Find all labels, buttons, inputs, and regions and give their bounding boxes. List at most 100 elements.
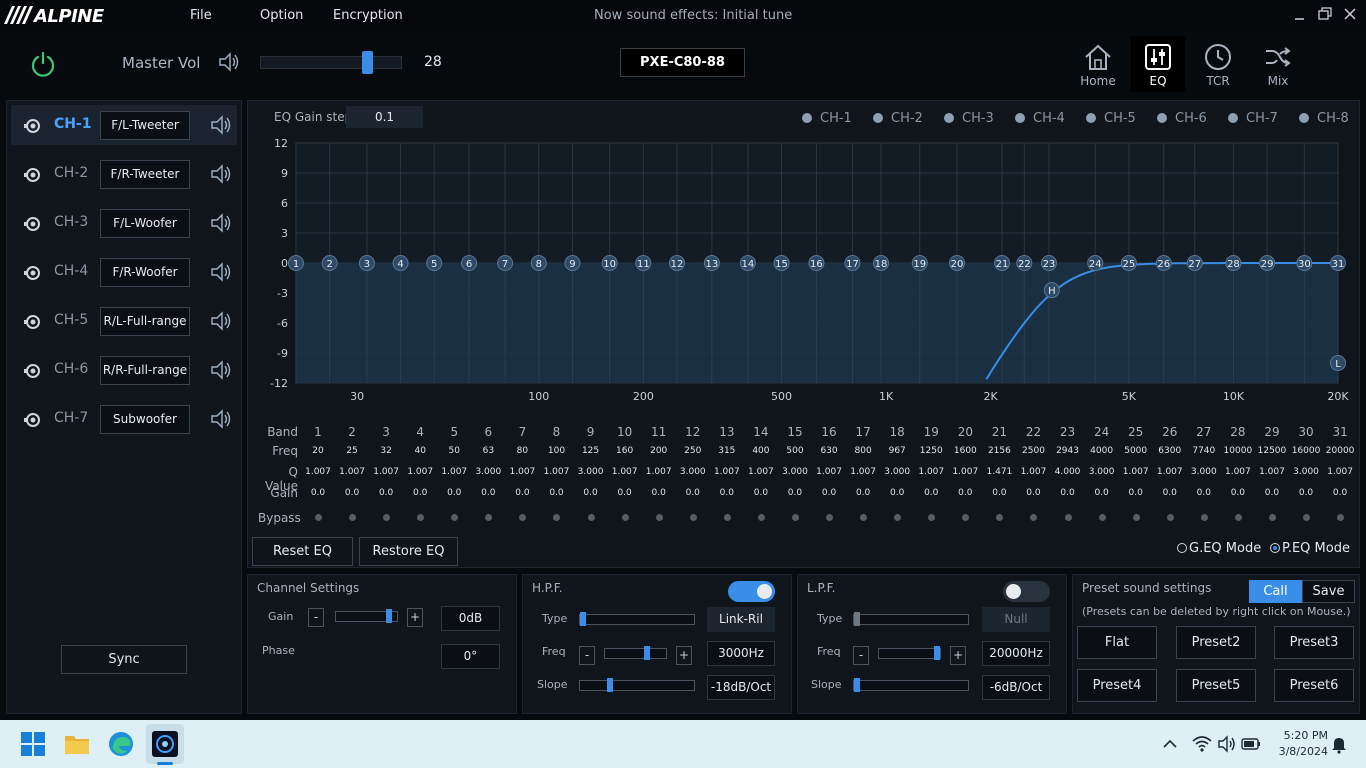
band-bypass-toggle[interactable]: [1098, 514, 1106, 521]
band-q-value[interactable]: 1.007: [744, 467, 778, 477]
system-clock[interactable]: 5:20 PM 3/8/2024: [1276, 728, 1328, 760]
band-freq[interactable]: 200: [642, 446, 676, 456]
legend-channel-option[interactable]: CH-8: [1299, 111, 1349, 126]
band-freq[interactable]: 4000: [1085, 446, 1119, 456]
band-q-value[interactable]: 3.000: [1187, 467, 1221, 477]
hpf-slope-value[interactable]: -18dB/Oct: [707, 675, 775, 700]
preset-save-button[interactable]: Save: [1302, 580, 1355, 603]
channel-label-input[interactable]: F/R-Tweeter: [100, 160, 190, 189]
band-freq[interactable]: 630: [812, 446, 846, 456]
edge-browser-button[interactable]: [107, 730, 135, 758]
band-gain[interactable]: 0.0: [812, 488, 846, 498]
master-volume-slider[interactable]: [260, 56, 402, 69]
band-q-value[interactable]: 1.007: [948, 467, 982, 477]
preset5-button[interactable]: Preset5: [1176, 669, 1256, 702]
band-bypass-toggle[interactable]: [621, 514, 629, 521]
band-bypass-toggle[interactable]: [655, 514, 663, 521]
band-freq[interactable]: 40: [403, 446, 437, 456]
band-gain[interactable]: 0.0: [1221, 488, 1255, 498]
notifications-button[interactable]: [1329, 734, 1349, 754]
master-speaker-button[interactable]: [217, 51, 241, 73]
channel-row[interactable]: CH-6 R/R-Full-range: [11, 350, 237, 390]
hpf-toggle[interactable]: [728, 581, 775, 602]
band-freq[interactable]: 20000: [1323, 446, 1357, 456]
cs-gain-thumb[interactable]: [385, 609, 392, 623]
nav-home[interactable]: Home: [1071, 36, 1125, 92]
legend-channel-option[interactable]: CH-5: [1086, 111, 1136, 126]
band-bypass-toggle[interactable]: [315, 514, 322, 521]
band-bypass-toggle[interactable]: [791, 514, 799, 521]
band-gain[interactable]: 0.0: [1289, 488, 1323, 498]
band-gain[interactable]: 0.0: [914, 488, 948, 498]
band-freq[interactable]: 800: [846, 446, 880, 456]
band-gain[interactable]: 0.0: [539, 488, 573, 498]
band-gain[interactable]: 0.0: [778, 488, 812, 498]
band-freq[interactable]: 2500: [1016, 446, 1050, 456]
band-freq[interactable]: 5000: [1119, 446, 1153, 456]
band-bypass-toggle[interactable]: [689, 514, 697, 521]
preset-flat-button[interactable]: Flat: [1077, 626, 1157, 659]
legend-channel-option[interactable]: CH-3: [944, 111, 994, 126]
band-gain[interactable]: 0.0: [471, 488, 505, 498]
band-gain[interactable]: 0.0: [608, 488, 642, 498]
cs-phase-value[interactable]: 0°: [441, 644, 500, 669]
lpf-toggle[interactable]: [1003, 581, 1050, 602]
band-bypass-toggle[interactable]: [826, 514, 834, 521]
lpf-freq-minus-button[interactable]: -: [853, 646, 869, 665]
band-gain[interactable]: 0.0: [880, 488, 914, 498]
legend-channel-option[interactable]: CH-6: [1157, 111, 1207, 126]
band-gain[interactable]: 0.0: [1016, 488, 1050, 498]
band-gain[interactable]: 0.0: [574, 488, 608, 498]
band-q-value[interactable]: 1.007: [301, 467, 335, 477]
legend-channel-option[interactable]: CH-7: [1228, 111, 1278, 126]
channel-row[interactable]: CH-7 Subwoofer: [11, 399, 237, 439]
band-gain[interactable]: 0.0: [642, 488, 676, 498]
menu-encryption[interactable]: Encryption: [333, 8, 403, 23]
battery-status[interactable]: [1240, 734, 1262, 754]
band-gain[interactable]: 0.0: [982, 488, 1016, 498]
master-volume-thumb[interactable]: [362, 51, 374, 74]
alpine-app-button[interactable]: [151, 730, 179, 758]
band-q-value[interactable]: 3.000: [778, 467, 812, 477]
band-q-value[interactable]: 1.007: [608, 467, 642, 477]
band-bypass-toggle[interactable]: [723, 514, 731, 521]
band-freq[interactable]: 967: [880, 446, 914, 456]
channel-row[interactable]: CH-1 F/L-Tweeter: [11, 105, 237, 145]
nav-eq[interactable]: EQ: [1131, 36, 1185, 92]
band-q-value[interactable]: 1.007: [1016, 467, 1050, 477]
hpf-freq-value[interactable]: 3000Hz: [707, 641, 775, 666]
channel-label-input[interactable]: R/L-Full-range: [100, 307, 190, 336]
band-freq[interactable]: 2943: [1051, 446, 1085, 456]
wifi-status[interactable]: [1191, 734, 1213, 754]
channel-mute-button[interactable]: [209, 261, 233, 283]
band-bypass-toggle[interactable]: [1064, 514, 1072, 521]
hpf-type-slider[interactable]: [579, 614, 695, 625]
channel-mute-button[interactable]: [209, 163, 233, 185]
lpf-freq-slider[interactable]: [878, 648, 941, 659]
minimize-button[interactable]: [1290, 6, 1310, 24]
legend-radio-dot[interactable]: [1228, 113, 1238, 123]
channel-mute-button[interactable]: [209, 310, 233, 332]
sync-button[interactable]: Sync: [61, 645, 187, 674]
band-gain[interactable]: 0.0: [1119, 488, 1153, 498]
band-freq[interactable]: 63: [471, 446, 505, 456]
channel-mute-button[interactable]: [209, 114, 233, 136]
nav-mix[interactable]: Mix: [1251, 36, 1305, 92]
reset-eq-button[interactable]: Reset EQ: [252, 537, 353, 566]
band-bypass-toggle[interactable]: [1268, 514, 1276, 521]
cs-gain-plus-button[interactable]: +: [407, 608, 423, 627]
lpf-slope-value[interactable]: -6dB/Oct: [982, 675, 1050, 700]
legend-radio-dot[interactable]: [802, 113, 812, 123]
band-freq[interactable]: 160: [608, 446, 642, 456]
channel-row[interactable]: CH-5 R/L-Full-range: [11, 301, 237, 341]
band-q-value[interactable]: 1.007: [1323, 467, 1357, 477]
legend-channel-option[interactable]: CH-4: [1015, 111, 1065, 126]
channel-label-input[interactable]: Subwoofer: [100, 405, 190, 434]
band-bypass-toggle[interactable]: [1303, 514, 1311, 521]
channel-row[interactable]: CH-3 F/L-Woofer: [11, 203, 237, 243]
band-q-value[interactable]: 1.007: [846, 467, 880, 477]
band-freq[interactable]: 6300: [1153, 446, 1187, 456]
band-freq[interactable]: 20: [301, 446, 335, 456]
hpf-freq-plus-button[interactable]: +: [676, 646, 692, 665]
band-gain[interactable]: 0.0: [1153, 488, 1187, 498]
